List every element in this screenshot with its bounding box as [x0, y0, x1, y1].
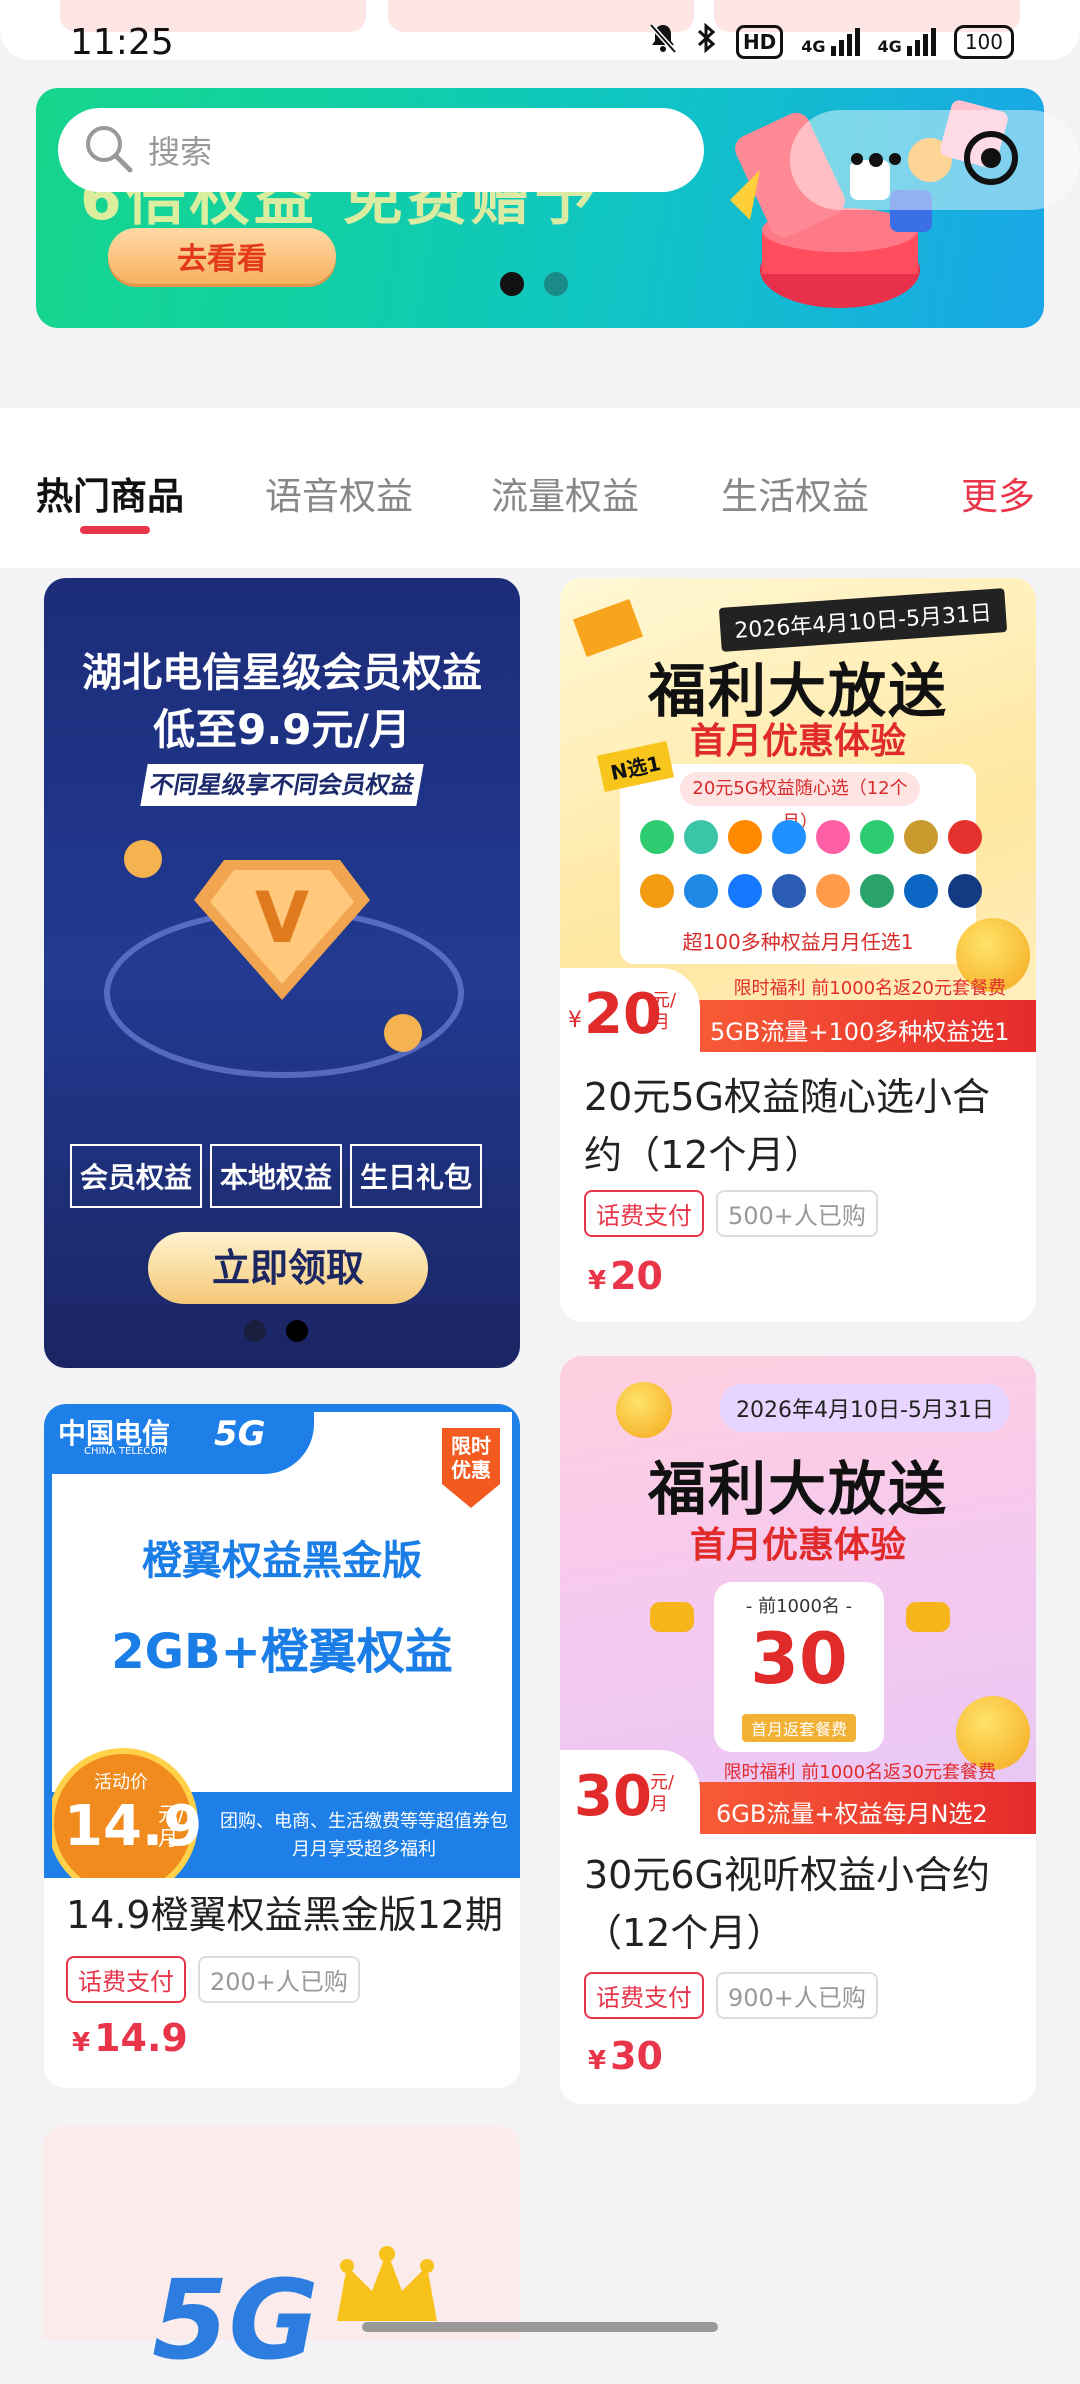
active-tab-indicator [80, 526, 150, 534]
status-time: 11:25 [70, 22, 174, 63]
partial-5g-text: 5G [152, 2256, 319, 2384]
promo-headline: 福利大放送 [647, 1455, 948, 1523]
promo-subhead: 首月优惠体验 [689, 1525, 906, 1566]
mute-bell-icon [648, 22, 678, 62]
benefit-box: 生日礼包 [350, 1144, 483, 1208]
search-icon [82, 122, 134, 178]
tab-life[interactable]: 生活权益 [721, 466, 869, 520]
v-emblem-icon: V [194, 850, 370, 1000]
bluetooth-icon [696, 22, 718, 62]
product-title: 20元5G权益随心选小合约（12个月） [584, 1075, 990, 1177]
benefit-panel: 20元5G权益随心选（12个月） N选1 超100多种权益月月任选1 [596, 741, 982, 964]
product-title: 30元6G视听权益小合约（12个月） [584, 1853, 990, 1955]
product-card[interactable]: 2026年4月10日-5月31日 福利大放送 首月优惠体验 - 前1000名 -… [560, 1356, 1036, 2104]
price-badge: 30 元/月 [560, 1750, 700, 1834]
mini-program-capsule [790, 110, 1080, 210]
band-text: 6GB流量+权益每月N选2 [716, 1800, 988, 1828]
app-icons-row [640, 874, 982, 908]
pay-tag: 话费支付 [66, 1956, 186, 2003]
top1000-box: - 前1000名 - 30 首月返套餐费 [714, 1582, 884, 1752]
benefit-note: 超100多种权益月月任选1 [682, 930, 914, 954]
page-dot-active[interactable] [286, 1320, 308, 1342]
footer-text: 团购、电商、生活缴费等等超值券包 月月享受超多福利 [220, 1811, 508, 1860]
tab-data[interactable]: 流量权益 [491, 466, 639, 520]
band-text: 5GB流量+100多种权益选1 [710, 1018, 1010, 1046]
more-link[interactable]: 更多 [961, 466, 1035, 520]
pay-tag: 话费支付 [584, 1972, 704, 2019]
date-tag: 2026年4月10日-5月31日 [718, 588, 1008, 652]
signal-icon: 4G [801, 28, 860, 56]
signal-icon-2: 4G [878, 28, 936, 56]
search-placeholder: 搜索 [148, 133, 213, 171]
battery-indicator: 100 [953, 25, 1014, 59]
product-image: 2026年4月10日-5月31日 福利大放送 首月优惠体验 - 前1000名 -… [560, 1356, 1036, 1834]
status-icons: HD 4G 4G 100 [648, 22, 1014, 62]
product-title: 14.9橙翼权益黑金版12期 [66, 1893, 503, 1937]
promo-headline: 橙翼权益黑金版 [142, 1538, 422, 1584]
search-input[interactable]: 搜索 [58, 108, 704, 192]
home-indicator[interactable] [362, 2322, 718, 2332]
promo-headline-2: 2GB+橙翼权益 [111, 1624, 453, 1680]
svg-text:V: V [255, 877, 309, 959]
banner-pagination [500, 272, 568, 296]
tag-row: 话费支付 900+人已购 [584, 1972, 878, 2019]
buyers-tag: 500+人已购 [716, 1190, 878, 1237]
member-promo-card[interactable]: 湖北电信星级会员权益 低至9.9元/月 不同星级享不同会员权益 V 会员权益 本… [44, 578, 520, 1368]
point-hand-icon [906, 1602, 950, 1632]
close-target-icon[interactable] [963, 130, 1019, 190]
page-dot[interactable] [244, 1320, 266, 1342]
point-hand-icon [650, 1602, 694, 1632]
buyers-tag: 200+人已购 [198, 1956, 360, 2003]
product-price: ¥30 [588, 2034, 663, 2078]
tab-voice[interactable]: 语音权益 [265, 466, 413, 520]
date-tag: 2026年4月10日-5月31日 [720, 1384, 1010, 1432]
more-dots-icon[interactable] [851, 153, 901, 167]
benefit-boxes: 会员权益 本地权益 生日礼包 [70, 1144, 483, 1208]
benefit-box: 会员权益 [70, 1144, 203, 1208]
limited-flag: 限时优惠 [442, 1428, 500, 1508]
app-icons-row [640, 820, 982, 854]
page-dot-active[interactable] [500, 272, 524, 296]
product-card[interactable]: 中国电信 CHINA TELECOM 5G 限时优惠 橙翼权益黑金版 2GB+橙… [44, 1404, 520, 2088]
benefit-box: 本地权益 [210, 1144, 343, 1208]
product-image: 2026年4月10日-5月31日 福利大放送 首月优惠体验 20元5G权益随心选… [560, 578, 1036, 1052]
promo-line1: 湖北电信星级会员权益 [82, 650, 482, 696]
price-badge: 活动价 14.9 元/月 [52, 1748, 202, 1878]
product-price: ¥20 [588, 1254, 663, 1298]
pay-tag: 话费支付 [584, 1190, 704, 1237]
coin-icon [124, 840, 162, 878]
claim-button[interactable]: 立即领取 [148, 1232, 428, 1304]
price-badge: ¥ 20 元/月 [560, 968, 700, 1052]
product-card-partial[interactable]: 5G [42, 2126, 520, 2384]
page-dot[interactable] [544, 272, 568, 296]
benefit-pill: 20元5G权益随心选（12个月） [680, 772, 920, 833]
telecom-logo: 中国电信 CHINA TELECOM 5G [52, 1412, 314, 1474]
product-card[interactable]: 2026年4月10日-5月31日 福利大放送 首月优惠体验 20元5G权益随心选… [560, 578, 1036, 1322]
promo-pagination [244, 1320, 308, 1342]
tab-hot[interactable]: 热门商品 [36, 466, 184, 520]
go-see-button[interactable]: 去看看 [108, 228, 336, 284]
product-image: 中国电信 CHINA TELECOM 5G 限时优惠 橙翼权益黑金版 2GB+橙… [44, 1404, 520, 1878]
crown-icon [332, 2246, 442, 2330]
tag-row: 话费支付 500+人已购 [584, 1190, 878, 1237]
wink-emoji-icon [616, 1382, 672, 1438]
buyers-tag: 900+人已购 [716, 1972, 878, 2019]
product-price: ¥14.9 [72, 2016, 188, 2060]
promo-line2: 低至9.9元/月 [153, 705, 411, 754]
hd-badge: HD [735, 25, 784, 59]
coin-icon [384, 1014, 422, 1052]
promo-sub: 不同星级享不同会员权益 [140, 764, 424, 806]
tag-row: 话费支付 200+人已购 [66, 1956, 360, 2003]
